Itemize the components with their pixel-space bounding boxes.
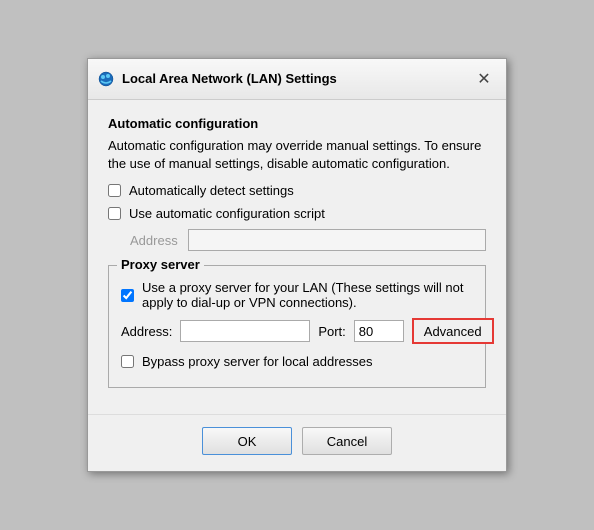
ok-button[interactable]: OK xyxy=(202,427,292,455)
dialog-footer: OK Cancel xyxy=(88,414,506,471)
auto-address-label: Address xyxy=(130,233,180,248)
dialog-title: Local Area Network (LAN) Settings xyxy=(122,71,472,86)
proxy-address-label: Address: xyxy=(121,324,172,339)
close-button[interactable]: ✕ xyxy=(472,67,496,91)
cancel-button[interactable]: Cancel xyxy=(302,427,392,455)
use-script-label: Use automatic configuration script xyxy=(129,206,325,221)
advanced-button[interactable]: Advanced xyxy=(412,318,494,344)
use-proxy-label: Use a proxy server for your LAN (These s… xyxy=(142,280,473,310)
use-script-checkbox[interactable] xyxy=(108,207,121,220)
dialog-body: Automatic configuration Automatic config… xyxy=(88,100,506,404)
proxy-server-section: Proxy server Use a proxy server for your… xyxy=(108,265,486,388)
use-proxy-checkbox[interactable] xyxy=(121,289,134,302)
auto-address-input[interactable] xyxy=(188,229,486,251)
auto-address-row: Address xyxy=(130,229,486,251)
detect-settings-row: Automatically detect settings xyxy=(108,183,486,198)
bypass-proxy-label: Bypass proxy server for local addresses xyxy=(142,354,372,369)
use-proxy-row: Use a proxy server for your LAN (These s… xyxy=(121,280,473,310)
lan-settings-dialog: Local Area Network (LAN) Settings ✕ Auto… xyxy=(87,58,507,472)
proxy-port-input[interactable] xyxy=(354,320,404,342)
dialog-icon xyxy=(98,71,114,87)
proxy-addr-port-row: Address: Port: Advanced xyxy=(121,318,473,344)
detect-settings-checkbox[interactable] xyxy=(108,184,121,197)
proxy-port-label: Port: xyxy=(318,324,345,339)
bypass-proxy-checkbox[interactable] xyxy=(121,355,134,368)
use-script-row: Use automatic configuration script xyxy=(108,206,486,221)
auto-config-desc: Automatic configuration may override man… xyxy=(108,137,486,173)
title-bar: Local Area Network (LAN) Settings ✕ xyxy=(88,59,506,100)
bypass-proxy-row: Bypass proxy server for local addresses xyxy=(121,354,473,369)
automatic-config-section: Automatic configuration Automatic config… xyxy=(108,116,486,251)
detect-settings-label: Automatically detect settings xyxy=(129,183,294,198)
proxy-address-input[interactable] xyxy=(180,320,310,342)
auto-config-label: Automatic configuration xyxy=(108,116,486,131)
proxy-server-label: Proxy server xyxy=(117,257,204,272)
